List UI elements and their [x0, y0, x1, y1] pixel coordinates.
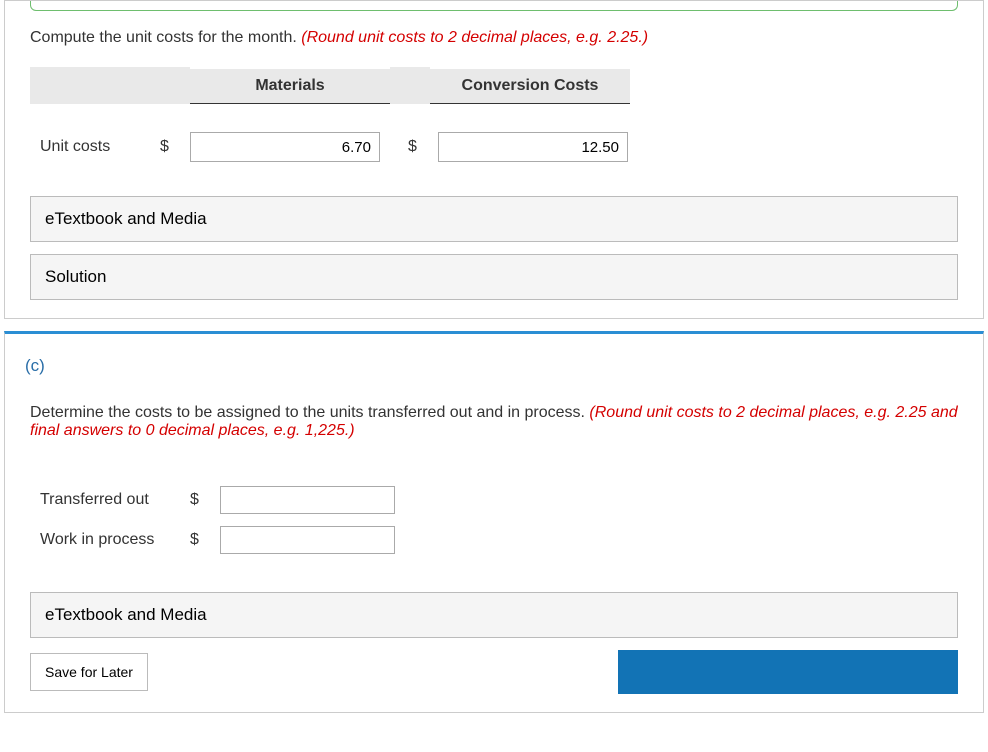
prompt-text: Determine the costs to be assigned to th…: [30, 404, 589, 421]
label-work-in-process: Work in process: [30, 531, 190, 549]
save-row: Save for Later: [30, 650, 958, 694]
panel-part-c: (c) Determine the costs to be assigned t…: [4, 331, 984, 713]
currency-symbol: $: [190, 491, 220, 509]
unit-cost-data-row: Unit costs $ $: [30, 132, 958, 162]
input-materials-unit-cost[interactable]: [190, 132, 380, 162]
part-c-label: (c): [5, 334, 983, 386]
prompt-text: Compute the unit costs for the month.: [30, 29, 301, 46]
prompt-hint: (Round unit costs to 2 decimal places, e…: [301, 29, 648, 46]
row-work-in-process: Work in process $: [30, 526, 958, 554]
label-transferred-out: Transferred out: [30, 491, 190, 509]
submit-area[interactable]: [618, 650, 958, 694]
feedback-rule: [30, 1, 958, 11]
part-b-prompt: Compute the unit costs for the month. (R…: [30, 29, 958, 47]
part-c-prompt: Determine the costs to be assigned to th…: [30, 404, 958, 440]
solution-button[interactable]: Solution: [30, 254, 958, 300]
row-label-unit-costs: Unit costs: [30, 138, 160, 156]
input-transferred-out[interactable]: [220, 486, 395, 514]
etextbook-media-button[interactable]: eTextbook and Media: [30, 196, 958, 242]
unit-cost-header-row: Materials Conversion Costs: [30, 67, 958, 104]
save-for-later-button[interactable]: Save for Later: [30, 653, 148, 691]
col-materials: Materials: [190, 69, 390, 104]
col-conversion: Conversion Costs: [430, 69, 630, 104]
currency-symbol: $: [190, 531, 220, 549]
header-spacer: [30, 67, 190, 104]
currency-symbol: $: [160, 138, 190, 156]
etextbook-media-button[interactable]: eTextbook and Media: [30, 592, 958, 638]
input-conversion-unit-cost[interactable]: [438, 132, 628, 162]
header-gap: [390, 67, 430, 104]
row-transferred-out: Transferred out $: [30, 486, 958, 514]
input-work-in-process[interactable]: [220, 526, 395, 554]
panel-part-b: Compute the unit costs for the month. (R…: [4, 0, 984, 319]
currency-symbol: $: [408, 138, 438, 156]
